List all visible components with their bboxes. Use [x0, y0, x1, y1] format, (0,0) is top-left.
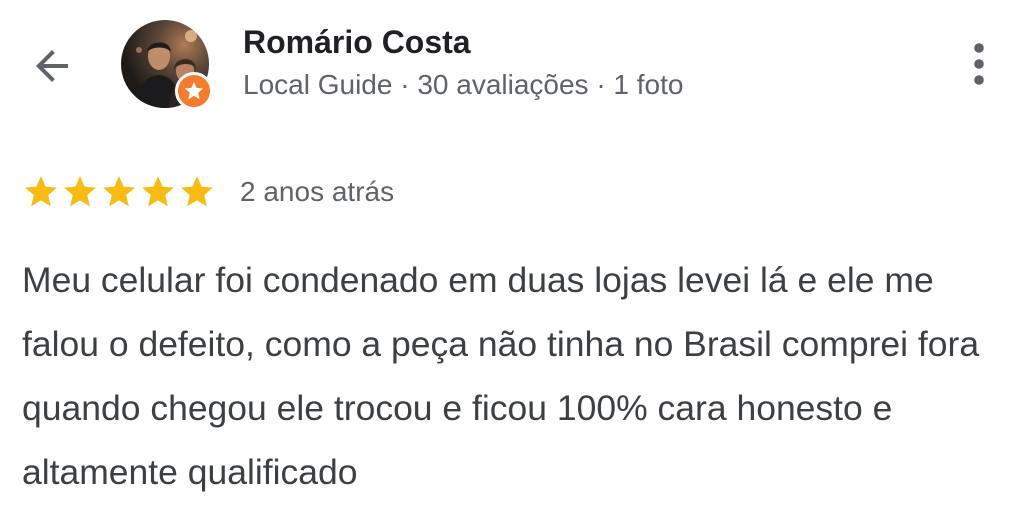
reviewer-meta: Local Guide · 30 avaliações · 1 foto: [243, 69, 684, 100]
review-text: Meu celular foi condenado em duas lojas …: [22, 260, 980, 492]
more-options-button[interactable]: [955, 36, 1003, 96]
review-screen: Romário Costa Local Guide · 30 avaliaçõe…: [0, 0, 1024, 520]
star-icon: [139, 173, 177, 211]
review-date: 2 anos atrás: [240, 176, 395, 207]
reviewer-name[interactable]: Romário Costa: [243, 22, 471, 62]
star-rating: [22, 173, 216, 211]
more-vertical-icon: [974, 43, 984, 85]
star-icon: [61, 173, 99, 211]
star-icon: [178, 173, 216, 211]
star-badge-icon: [184, 81, 204, 100]
rating-row: 2 anos atrás: [22, 172, 394, 212]
arrow-left-icon: [36, 50, 68, 82]
star-icon: [100, 173, 138, 211]
back-button[interactable]: [22, 36, 82, 96]
avatar[interactable]: [121, 20, 213, 110]
star-icon: [22, 173, 60, 211]
local-guide-badge: [175, 72, 213, 110]
